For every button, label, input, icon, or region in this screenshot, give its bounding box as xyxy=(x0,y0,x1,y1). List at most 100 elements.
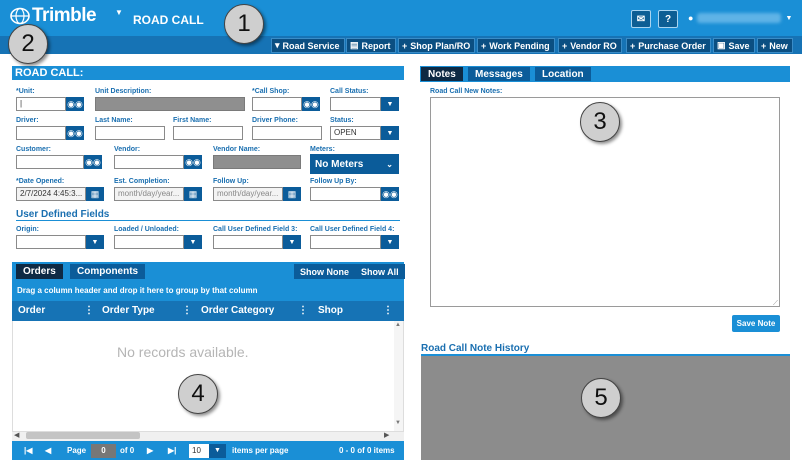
udf3-select[interactable] xyxy=(213,235,283,249)
follow-up-by-label: Follow Up By: xyxy=(310,178,357,185)
vendor-ro-button[interactable]: + Vendor RO xyxy=(558,38,622,53)
call-shop-input[interactable] xyxy=(252,97,302,111)
vendor-name-field xyxy=(213,155,301,169)
date-opened-label: *Date Opened: xyxy=(16,178,65,185)
previous-page-icon[interactable]: ◀ xyxy=(45,446,51,455)
page-number-input[interactable]: 0 xyxy=(91,444,116,458)
mail-icon[interactable]: ✉ xyxy=(631,10,651,28)
chevron-down-icon[interactable]: ▼ xyxy=(209,444,226,458)
show-none-button[interactable]: Show None xyxy=(294,264,355,279)
work-pending-button[interactable]: + Work Pending xyxy=(477,38,555,53)
user-defined-fields-title: User Defined Fields xyxy=(16,209,110,220)
first-page-icon[interactable]: |◀ xyxy=(24,446,32,455)
report-button[interactable]: ▤ Report xyxy=(346,38,396,53)
show-all-button[interactable]: Show All xyxy=(355,264,405,279)
group-by-drop-zone[interactable]: Drag a column header and drop it here to… xyxy=(12,281,404,301)
calendar-icon[interactable]: ▦ xyxy=(283,187,301,201)
driver-input[interactable] xyxy=(16,126,66,140)
scroll-down-icon[interactable]: ▼ xyxy=(395,420,401,426)
last-name-label: Last Name: xyxy=(95,117,133,124)
unit-description-label: Unit Description: xyxy=(95,88,152,95)
tab-location[interactable]: Location xyxy=(535,67,591,81)
user-menu[interactable]: ● ▼ xyxy=(688,13,792,23)
purchase-order-button[interactable]: + Purchase Order xyxy=(626,38,711,53)
chevron-down-icon: ⌄ xyxy=(386,159,393,169)
origin-select[interactable] xyxy=(16,235,86,249)
call-status-select[interactable] xyxy=(330,97,381,111)
tab-orders[interactable]: Orders xyxy=(16,264,63,279)
chevron-down-icon[interactable]: ▼ xyxy=(283,235,301,249)
shop-plan-ro-label: Shop Plan/RO xyxy=(410,40,471,51)
callout-1: 1 xyxy=(224,4,264,44)
chevron-down-icon[interactable]: ▼ xyxy=(184,235,202,249)
status-label: Status: xyxy=(330,117,354,124)
horizontal-scrollbar-thumb[interactable] xyxy=(26,432,140,439)
tab-components[interactable]: Components xyxy=(70,264,146,279)
report-label: Report xyxy=(361,40,391,51)
last-page-icon[interactable]: ▶| xyxy=(168,446,176,455)
new-button[interactable]: + New xyxy=(757,38,793,53)
follow-up-by-input[interactable] xyxy=(310,187,381,201)
last-name-input[interactable] xyxy=(95,126,165,140)
driver-phone-input[interactable] xyxy=(252,126,322,140)
call-shop-lookup-binoculars-icon[interactable]: ◉◉ xyxy=(302,97,320,111)
chevron-down-icon[interactable]: ▼ xyxy=(381,235,399,249)
save-button[interactable]: ▣ Save xyxy=(713,38,755,53)
next-page-icon[interactable]: ▶ xyxy=(147,446,153,455)
column-menu-icon[interactable]: ⋮ xyxy=(84,305,94,316)
chevron-down-icon[interactable]: ▼ xyxy=(381,126,399,140)
road-service-button[interactable]: ▾ Road Service xyxy=(271,38,345,53)
column-menu-icon[interactable]: ⋮ xyxy=(298,305,308,316)
items-per-page-label: items per page xyxy=(232,446,289,455)
chevron-down-icon[interactable]: ▼ xyxy=(86,235,104,249)
help-icon[interactable]: ? xyxy=(658,10,678,28)
shop-plan-ro-button[interactable]: + Shop Plan/RO xyxy=(398,38,476,53)
chevron-down-icon: ▾ xyxy=(275,40,280,50)
follow-up-by-lookup-binoculars-icon[interactable]: ◉◉ xyxy=(381,187,399,201)
resize-handle-icon[interactable]: ⟋ xyxy=(773,300,778,308)
scroll-left-icon[interactable]: ◀ xyxy=(14,431,19,439)
vendor-lookup-binoculars-icon[interactable]: ◉◉ xyxy=(184,155,202,169)
customer-input[interactable] xyxy=(16,155,84,169)
first-name-input[interactable] xyxy=(173,126,243,140)
scroll-right-icon[interactable]: ▶ xyxy=(384,431,389,439)
column-menu-icon[interactable]: ⋮ xyxy=(383,305,393,316)
page-size-select[interactable]: 10 xyxy=(189,444,209,458)
tab-messages[interactable]: Messages xyxy=(468,67,530,81)
est-completion-input[interactable]: month/day/year... xyxy=(114,187,184,201)
vendor-input[interactable] xyxy=(114,155,184,169)
driver-label: Driver: xyxy=(16,117,39,124)
save-note-button[interactable]: Save Note xyxy=(732,315,780,332)
road-call-header: ROAD CALL: xyxy=(12,66,404,80)
new-notes-label: Road Call New Notes: xyxy=(430,88,503,95)
customer-lookup-binoculars-icon[interactable]: ◉◉ xyxy=(84,155,102,169)
status-select[interactable]: OPEN xyxy=(330,126,381,140)
loaded-unloaded-select[interactable] xyxy=(114,235,184,249)
calendar-icon[interactable]: ▦ xyxy=(184,187,202,201)
column-header-order-type[interactable]: Order Type xyxy=(102,305,155,316)
tab-notes[interactable]: Notes xyxy=(421,67,463,81)
page-title: ROAD CALL xyxy=(133,13,204,27)
column-header-order[interactable]: Order xyxy=(18,305,45,316)
vertical-scrollbar[interactable] xyxy=(394,321,403,431)
scroll-up-icon[interactable]: ▲ xyxy=(395,322,401,328)
app-switcher-caret-icon[interactable]: ▼ xyxy=(115,8,123,17)
udf4-label: Call User Defined Field 4: xyxy=(310,226,395,233)
column-header-order-category[interactable]: Order Category xyxy=(201,305,274,316)
page-label: Page xyxy=(67,446,87,455)
chevron-down-icon[interactable]: ▼ xyxy=(381,97,399,111)
udf4-select[interactable] xyxy=(310,235,381,249)
date-opened-input[interactable]: 2/7/2024 4:45:3... xyxy=(16,187,86,201)
empty-state-text: No records available. xyxy=(117,344,249,360)
unit-lookup-binoculars-icon[interactable]: ◉◉ xyxy=(66,97,84,111)
meters-select[interactable]: No Meters ⌄ xyxy=(310,154,399,174)
logo-text: Trimble xyxy=(32,5,97,26)
calendar-icon[interactable]: ▦ xyxy=(86,187,104,201)
column-header-shop[interactable]: Shop xyxy=(318,305,343,316)
driver-lookup-binoculars-icon[interactable]: ◉◉ xyxy=(66,126,84,140)
unit-input[interactable]: | xyxy=(16,97,66,111)
follow-up-input[interactable]: month/day/year... xyxy=(213,187,283,201)
save-label: Save xyxy=(728,40,750,51)
page-count: of 0 xyxy=(120,446,135,455)
column-menu-icon[interactable]: ⋮ xyxy=(182,305,192,316)
